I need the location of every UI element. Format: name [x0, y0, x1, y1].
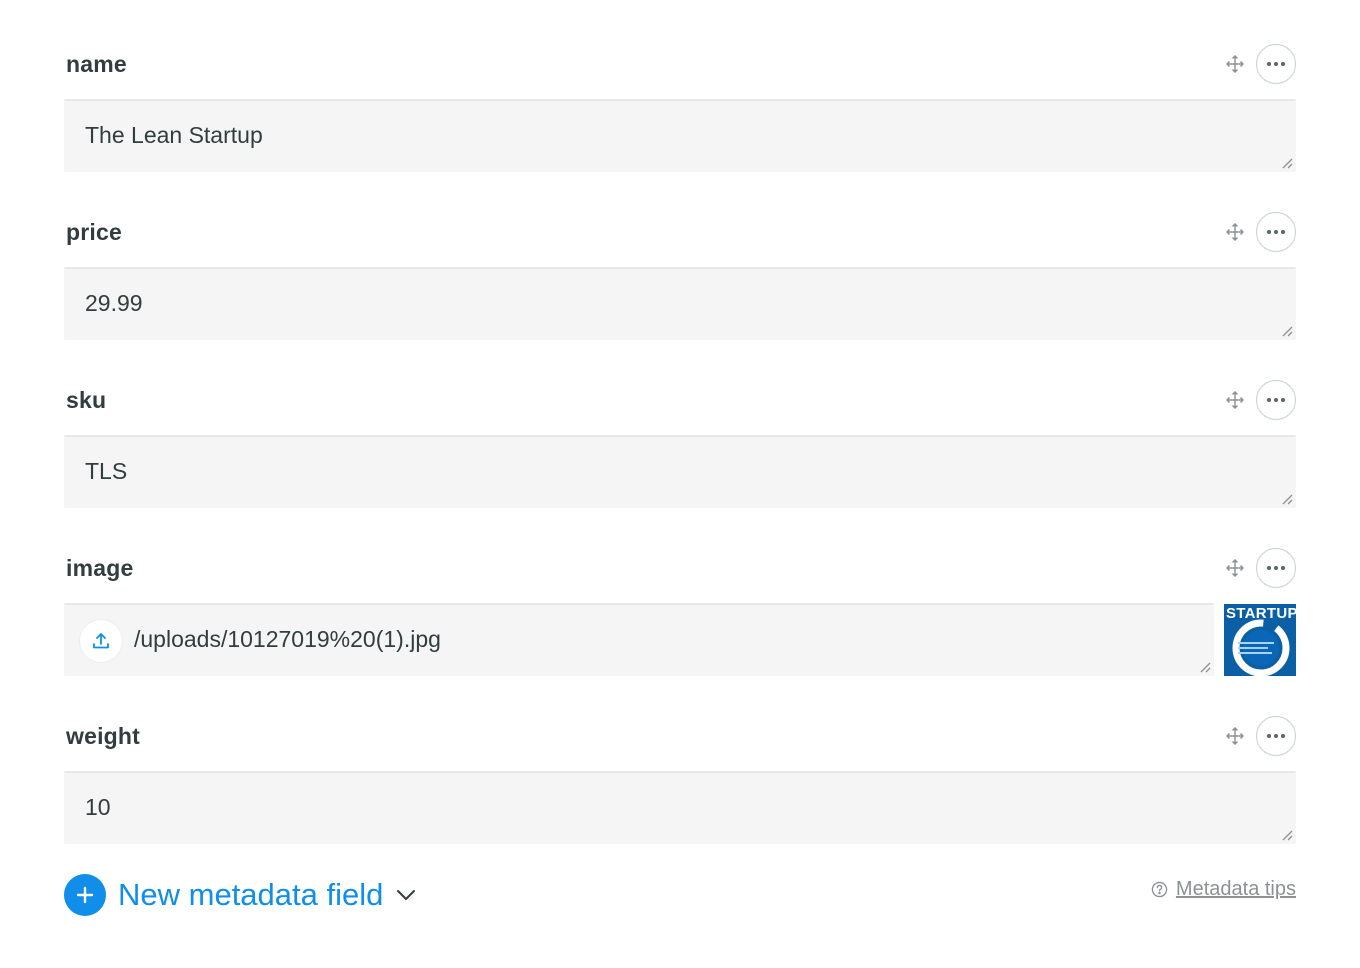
more-options-button[interactable] — [1256, 548, 1296, 588]
resize-grip-icon[interactable] — [1199, 661, 1211, 673]
field-value-textarea[interactable]: The Lean Startup — [64, 99, 1296, 172]
field-actions — [1224, 548, 1296, 588]
field-actions — [1224, 380, 1296, 420]
metadata-field-price: price 29.99 — [64, 212, 1296, 348]
resize-grip-icon[interactable] — [1281, 493, 1293, 505]
move-icon[interactable] — [1224, 221, 1246, 243]
thumbnail-title: STARTUP — [1226, 605, 1296, 622]
image-path-value: /uploads/10127019%20(1).jpg — [134, 626, 441, 652]
metadata-field-sku: sku TLS — [64, 380, 1296, 516]
new-metadata-field-button[interactable]: New metadata field — [64, 874, 417, 916]
resize-grip-icon[interactable] — [1281, 325, 1293, 337]
plus-icon — [64, 874, 106, 916]
field-value: TLS — [85, 458, 128, 484]
more-options-button[interactable] — [1256, 716, 1296, 756]
move-icon[interactable] — [1224, 389, 1246, 411]
new-metadata-field-label: New metadata field — [118, 877, 384, 912]
field-value: 10 — [85, 794, 111, 820]
chevron-down-icon — [395, 888, 417, 902]
upload-button[interactable] — [80, 620, 122, 662]
field-label: price — [66, 219, 122, 245]
field-actions — [1224, 44, 1296, 84]
field-label: name — [66, 51, 127, 77]
question-circle-icon — [1151, 881, 1168, 898]
metadata-field-weight: weight 10 — [64, 716, 1296, 852]
metadata-tips-label: Metadata tips — [1175, 878, 1296, 900]
more-options-button[interactable] — [1256, 44, 1296, 84]
field-value: 29.99 — [85, 290, 143, 316]
resize-grip-icon[interactable] — [1281, 157, 1293, 169]
field-actions — [1224, 212, 1296, 252]
field-value-textarea[interactable]: TLS — [64, 435, 1296, 508]
metadata-field-name: name The Lean Startup — [64, 44, 1296, 180]
image-path-textarea[interactable]: /uploads/10127019%20(1).jpg — [64, 603, 1214, 676]
metadata-footer: New metadata field Metadata tips — [64, 874, 1296, 918]
image-thumbnail[interactable]: STARTUP — [1224, 604, 1296, 676]
field-label: image — [66, 555, 134, 581]
field-value-textarea[interactable]: 10 — [64, 771, 1296, 844]
move-icon[interactable] — [1224, 53, 1246, 75]
move-icon[interactable] — [1224, 557, 1246, 579]
more-options-button[interactable] — [1256, 212, 1296, 252]
field-label: sku — [66, 387, 107, 413]
move-icon[interactable] — [1224, 725, 1246, 747]
metadata-tips-link[interactable]: Metadata tips — [1151, 878, 1296, 901]
field-label: weight — [66, 723, 141, 749]
resize-grip-icon[interactable] — [1281, 829, 1293, 841]
field-actions — [1224, 716, 1296, 756]
metadata-field-image: image /uploads/10127019%20(1).jpg STARTU… — [64, 548, 1296, 684]
upload-icon — [93, 633, 109, 649]
field-value-textarea[interactable]: 29.99 — [64, 267, 1296, 340]
field-value: The Lean Startup — [85, 122, 263, 148]
more-options-button[interactable] — [1256, 380, 1296, 420]
